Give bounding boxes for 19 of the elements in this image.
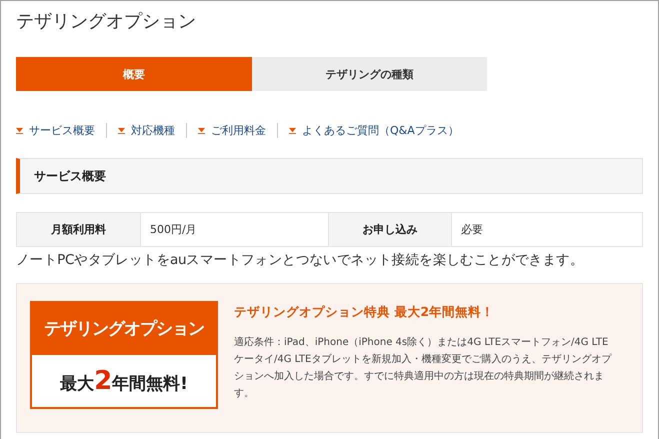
table-header-cell: お申し込み	[329, 213, 452, 246]
banner-title: テザリングオプション	[32, 303, 216, 355]
anchor-link[interactable]: よくあるご質問（Q&Aプラス）	[302, 122, 459, 138]
page-title: テザリングオプション	[16, 10, 197, 34]
description: ノートPCやタブレットをauスマートフォンとつないでネット接続を楽しむことができます。	[16, 251, 584, 269]
promo-heading: テザリングオプション特典 最大2年間無料！	[234, 304, 496, 321]
down-triangle-icon	[289, 126, 296, 134]
anchor-link[interactable]: サービス概要	[29, 122, 95, 138]
banner-offer: 最大2年間無料!	[59, 365, 189, 398]
tab[interactable]: テザリングの種類	[252, 57, 487, 91]
section-heading: サービス概要	[16, 158, 643, 194]
tab[interactable]: 概要	[16, 57, 252, 91]
table-header-cell: 月額利用料	[17, 213, 141, 246]
down-triangle-icon	[118, 126, 125, 134]
anchor-link[interactable]: 対応機種	[131, 122, 175, 138]
down-triangle-icon	[16, 126, 23, 134]
down-triangle-icon	[198, 126, 205, 134]
anchor-link[interactable]: ご利用料金	[211, 122, 266, 138]
promo-body: 適応条件：iPad、iPhone（iPhone 4s除く）または4G LTEスマートフォン/4G LTEケータイ/4G LTEタブレットを新規加入・機種変更でご購入のうえ、テザリングオプションへ加入した場合です。すでに特典適用中の方は現在の特典期間が継続されます。	[234, 336, 613, 401]
